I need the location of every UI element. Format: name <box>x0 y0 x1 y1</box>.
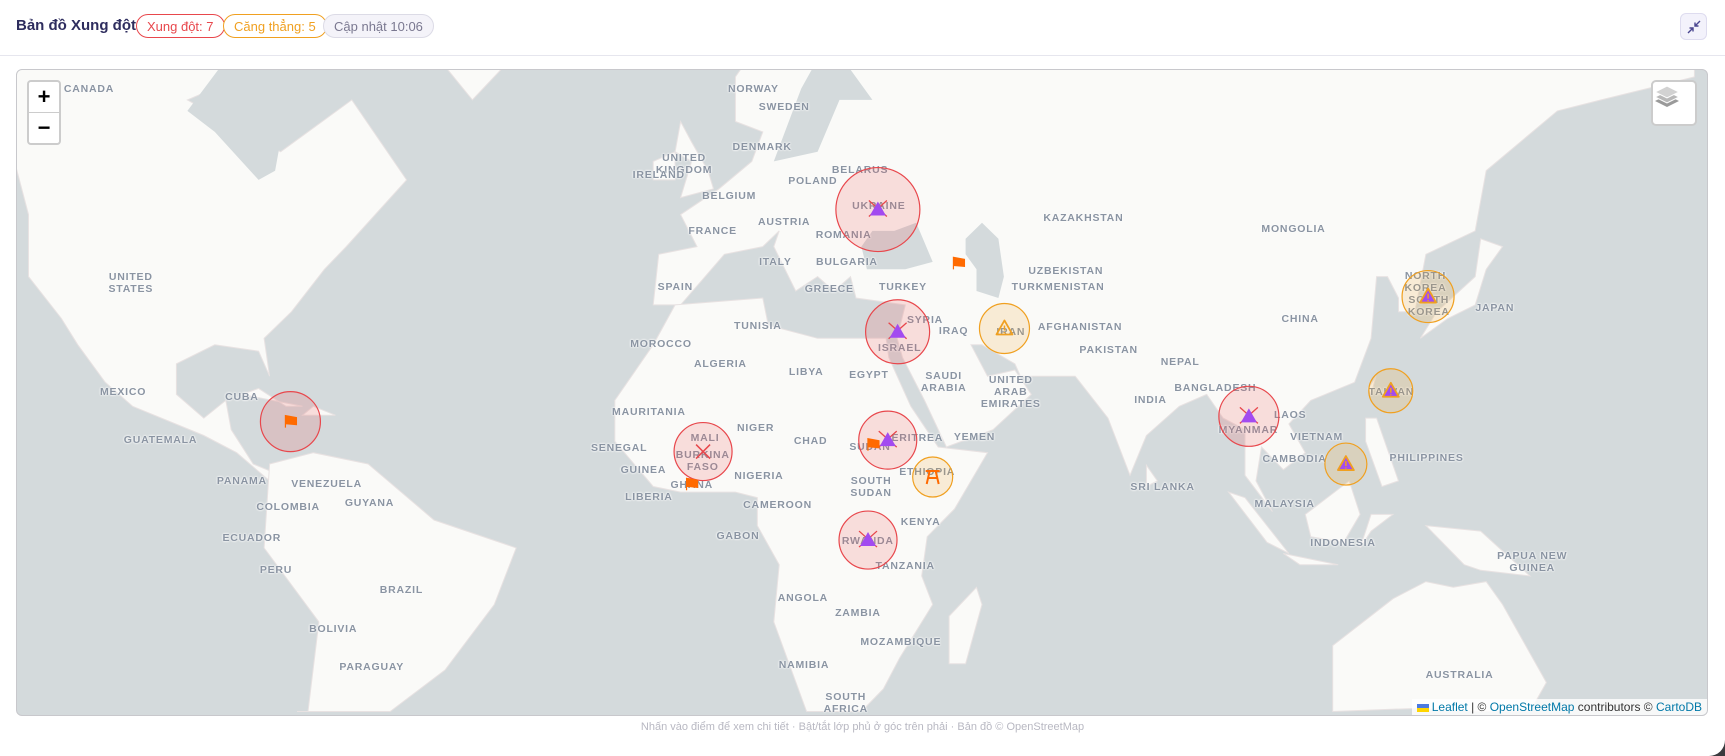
conflict-marker[interactable] <box>1218 385 1280 447</box>
conflict-marker[interactable] <box>673 421 733 482</box>
layers-button[interactable] <box>1651 80 1697 126</box>
leaflet-link[interactable]: Leaflet <box>1432 700 1468 714</box>
landmass <box>1365 417 1400 488</box>
conflict-marker[interactable] <box>259 390 322 453</box>
zoom-control: + − <box>27 80 61 145</box>
osm-link[interactable]: OpenStreetMap <box>1490 700 1575 714</box>
attribution-text: contributors © <box>1574 700 1656 714</box>
conflict-marker[interactable] <box>838 510 898 570</box>
landmass <box>1227 491 1290 554</box>
conflict-marker[interactable] <box>865 299 931 365</box>
tension-marker[interactable] <box>978 302 1031 355</box>
tension-marker[interactable] <box>1401 269 1455 324</box>
zoom-in-button[interactable]: + <box>29 82 59 113</box>
conflict-marker[interactable] <box>835 166 921 253</box>
map-tiles[interactable] <box>17 70 1708 716</box>
landmass <box>263 452 517 712</box>
header: Bản đồ Xung đột Xung đột: 7 Căng thẳng: … <box>0 0 1725 56</box>
tension-marker[interactable] <box>912 456 954 498</box>
page-title: Bản đồ Xung đột <box>16 17 136 34</box>
landmass <box>447 70 502 101</box>
attribution-text: | © <box>1467 700 1490 714</box>
landmass <box>652 151 676 181</box>
cartodb-link[interactable]: CartoDB <box>1656 700 1702 714</box>
zoom-out-button[interactable]: − <box>29 113 59 143</box>
footer-hint: Nhấn vào điểm để xem chi tiết · Bật/tắt … <box>640 721 1085 733</box>
map-attribution: Leaflet | © OpenStreetMap contributors ©… <box>1411 699 1707 715</box>
landmass <box>1304 480 1361 543</box>
landmass <box>1332 581 1547 713</box>
landmass <box>948 586 983 665</box>
landmass <box>1283 553 1339 566</box>
world-map[interactable]: CANADA NORWAY SWEDEN DENMARK UNITED KINGDOM I… <box>16 69 1708 716</box>
tension-marker[interactable] <box>1324 442 1368 486</box>
conflict-count-badge: Xung đột: 7 <box>136 14 225 38</box>
conflict-map-panel: Bản đồ Xung đột Xung đột: 7 Căng thẳng: … <box>0 0 1725 756</box>
ukraine-flag-icon <box>1416 703 1429 712</box>
tension-marker[interactable] <box>1368 368 1414 414</box>
landmass <box>1145 463 1159 488</box>
landmass <box>674 120 715 199</box>
layers-icon <box>1653 85 1681 107</box>
updated-time-badge: Cập nhật 10:06 <box>323 14 434 38</box>
tension-count-badge: Căng thẳng: 5 <box>223 14 327 38</box>
landmass <box>1424 524 1532 577</box>
landmass <box>1359 513 1395 549</box>
collapse-button[interactable] <box>1680 13 1707 40</box>
landmass <box>17 70 408 482</box>
collapse-arrows-icon <box>1687 20 1700 33</box>
